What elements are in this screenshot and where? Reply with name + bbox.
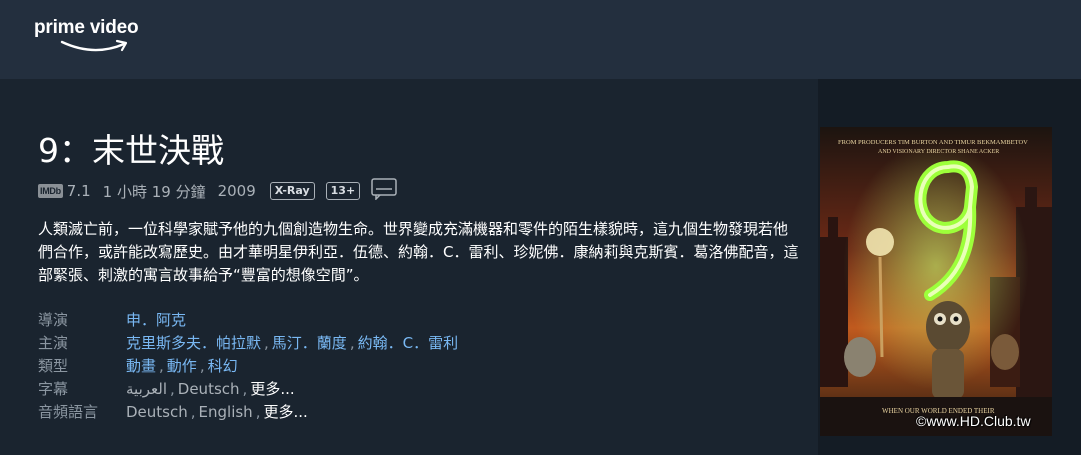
top-navigation-bar: prime video (0, 0, 1081, 79)
genre-row: 類型 動畫, 動作, 科幻 (38, 357, 238, 375)
poster-director-credit: AND VISIONARY DIRECTOR SHANE ACKER (878, 149, 999, 155)
subtitle-language: العربية (126, 380, 167, 398)
cast-label: 主演 (38, 334, 69, 352)
subtitle-language: Deutsch (177, 380, 240, 398)
age-rating-badge: 13+ (325, 182, 361, 200)
genre-label: 類型 (38, 357, 69, 375)
subtitles-icon (371, 178, 397, 204)
audio-language: Deutsch (126, 403, 188, 421)
director-link[interactable]: 申．阿克 (126, 311, 186, 329)
brand-wordmark: prime video (34, 17, 139, 38)
details-list: 導演 申．阿克 主演 克里斯多夫．帕拉默, 馬汀．蘭度, 約翰．C．雷利 類型 動畫… (38, 308, 798, 423)
director-label: 導演 (38, 311, 69, 329)
subtitles-label: 字幕 (38, 380, 69, 398)
cast-link[interactable]: 馬汀．蘭度 (272, 334, 347, 352)
audio-row: 音頻語言 Deutsch, English, 更多... (38, 403, 308, 421)
genre-link[interactable]: 科幻 (208, 357, 238, 375)
cast-row: 主演 克里斯多夫．帕拉默, 馬汀．蘭度, 約翰．C．雷利 (38, 334, 459, 352)
subtitles-row: 字幕 العربية, Deutsch, 更多... (38, 380, 295, 398)
audio-language: English (198, 403, 253, 421)
cast-link[interactable]: 克里斯多夫．帕拉默 (126, 334, 261, 352)
synopsis: 人類滅亡前，一位科學家賦予他的九個創造物生命。世界變成充滿機器和零件的陌生樣貌時… (38, 220, 799, 284)
smile-arrow-icon (60, 39, 128, 52)
title-metadata: IMDb 7.1 1 小時 19 分鐘 2009 X-Ray 13+ (38, 178, 397, 204)
poster-credits: FROM PRODUCERS TIM BURTON AND TIMUR BEKM… (838, 139, 1028, 146)
watermark: ©www.HD.Club.tw (916, 413, 1031, 429)
imdb-rating: 7.1 (66, 182, 91, 200)
runtime: 1 小時 19 分鐘 (102, 182, 206, 201)
release-year: 2009 (217, 182, 256, 200)
xray-badge: X-Ray (269, 182, 315, 200)
imdb-badge: IMDb (38, 184, 63, 198)
prime-video-logo[interactable]: prime video (34, 17, 164, 59)
subtitles-more-button[interactable]: 更多... (250, 380, 294, 398)
movie-poster: FROM PRODUCERS TIM BURTON AND TIMUR BEKM… (820, 127, 1052, 436)
audio-more-button[interactable]: 更多... (263, 403, 307, 421)
page-title: 9：末世決戰 (38, 131, 224, 170)
audio-label: 音頻語言 (38, 403, 99, 421)
genre-link[interactable]: 動畫 (126, 357, 156, 375)
cast-link[interactable]: 約翰．C．雷利 (358, 334, 458, 352)
genre-link[interactable]: 動作 (167, 357, 197, 375)
director-row: 導演 申．阿克 (38, 308, 798, 331)
